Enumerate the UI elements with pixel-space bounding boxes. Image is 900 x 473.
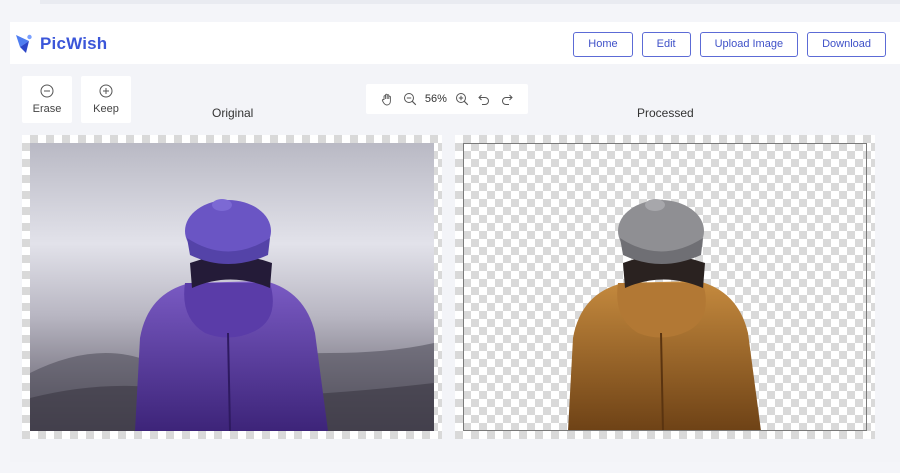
zoom-level: 56%	[424, 93, 447, 105]
erase-tool-button[interactable]: Erase	[22, 76, 72, 123]
edit-button[interactable]: Edit	[641, 32, 691, 57]
undo-icon[interactable]	[477, 92, 491, 106]
original-image	[30, 143, 434, 431]
redo-icon[interactable]	[500, 92, 514, 106]
plus-circle-icon	[99, 84, 113, 98]
original-photo	[30, 143, 434, 431]
zoom-in-icon[interactable]	[455, 92, 469, 106]
hand-icon[interactable]	[380, 92, 394, 106]
header: PicWish Home Edit Upload Image Download	[10, 22, 900, 64]
app-window: PicWish Home Edit Upload Image Download …	[10, 22, 900, 462]
home-button[interactable]: Home	[573, 32, 633, 57]
processed-canvas[interactable]	[455, 135, 875, 439]
keep-label: Keep	[93, 103, 119, 115]
original-canvas[interactable]	[22, 135, 442, 439]
download-button[interactable]: Download	[807, 32, 886, 57]
brand-name: PicWish	[40, 34, 108, 53]
picwish-logo-icon	[16, 34, 32, 53]
minus-circle-icon	[40, 84, 54, 98]
processed-image	[463, 143, 867, 431]
top-strip-bar	[40, 0, 900, 4]
keep-tool-button[interactable]: Keep	[81, 76, 131, 123]
upload-image-button[interactable]: Upload Image	[699, 32, 799, 57]
zoom-toolbar: 56%	[366, 84, 528, 114]
erase-label: Erase	[32, 103, 62, 115]
original-pane-title: Original	[212, 106, 254, 120]
top-nav: Home Edit Upload Image Download	[573, 32, 886, 57]
zoom-out-icon[interactable]	[403, 92, 417, 106]
logo[interactable]: PicWish	[14, 31, 107, 57]
processed-cutout	[568, 199, 761, 431]
browser-top-strip	[0, 0, 900, 18]
processed-pane-title: Processed	[637, 106, 694, 120]
